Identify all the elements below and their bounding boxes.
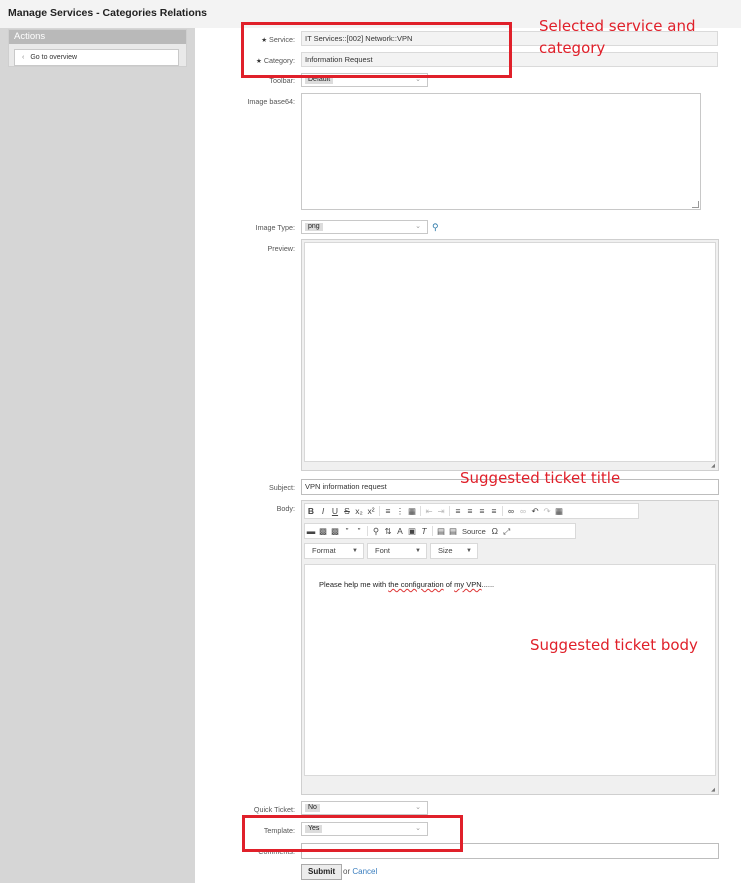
source-icon[interactable]: ▤	[447, 526, 459, 537]
go-to-overview-label: Go to overview	[30, 54, 78, 61]
highlight-template	[242, 815, 463, 852]
bulleted-list-icon[interactable]: ⋮	[394, 506, 406, 517]
caret-down-icon: ▼	[415, 548, 421, 554]
size-combo-label: Size	[438, 546, 453, 555]
toolbar-separator	[379, 506, 380, 516]
find-icon[interactable]: ⚲	[370, 526, 382, 537]
blockquote-icon[interactable]: ”	[341, 526, 353, 536]
body-label: Body:	[276, 504, 295, 513]
image-type-select-value: png	[305, 223, 323, 231]
indent-icon[interactable]: ⇥	[435, 506, 447, 517]
quick-ticket-select-value: No	[305, 804, 320, 812]
image-icon[interactable]: ▤	[435, 526, 447, 537]
bold-icon[interactable]: B	[305, 506, 317, 516]
image-base64-label: Image base64:	[247, 97, 295, 106]
numbered-list-icon[interactable]: ≡	[382, 506, 394, 516]
toolbar-separator	[432, 526, 433, 536]
comment-icon[interactable]: ▦	[553, 506, 565, 517]
paste-word-icon[interactable]: ▩	[329, 526, 341, 537]
format-combo[interactable]: Format ▼	[304, 543, 364, 559]
chevron-down-icon: ⌄	[415, 804, 421, 811]
superscript-icon[interactable]: x²	[365, 506, 377, 516]
align-justify-icon[interactable]: ≡	[488, 506, 500, 516]
outdent-icon[interactable]: ⇤	[423, 506, 435, 517]
align-right-icon[interactable]: ≡	[476, 506, 488, 516]
search-icon[interactable]: ⚲	[432, 222, 439, 233]
caret-down-icon: ▼	[466, 548, 472, 554]
preview-box: ◢	[301, 239, 719, 471]
submit-button[interactable]: Submit	[301, 864, 343, 880]
image-base64-textarea[interactable]	[301, 93, 701, 210]
toolbar-separator	[449, 506, 450, 516]
resize-corner-icon[interactable]: ◢	[711, 463, 715, 469]
code-quote-icon[interactable]: ”	[353, 526, 365, 536]
quick-ticket-select[interactable]: No ⌄	[301, 801, 428, 815]
align-center-icon[interactable]: ≡	[464, 506, 476, 516]
toolbar-separator	[420, 506, 421, 516]
resize-grip-icon[interactable]	[692, 201, 699, 208]
cancel-link[interactable]: Cancel	[352, 867, 377, 876]
align-left-icon[interactable]: ≡	[452, 506, 464, 516]
preview-area	[304, 242, 716, 462]
actions-header: Actions	[9, 30, 186, 44]
highlight-service-category	[241, 22, 512, 78]
annotation-selected-service: Selected service and category	[539, 17, 696, 57]
undo-icon[interactable]: ↶	[529, 506, 541, 517]
or-cancel: or Cancel	[343, 867, 377, 876]
body-editor-area[interactable]: Please help me with the configuration of…	[304, 564, 716, 776]
text-color-icon[interactable]: A	[394, 526, 406, 536]
strikethrough-icon[interactable]: S	[341, 506, 353, 516]
toolbar-separator	[367, 526, 368, 536]
annotation-suggested-title: Suggested ticket title	[460, 469, 621, 487]
remove-format-icon[interactable]: T	[418, 526, 430, 536]
italic-icon[interactable]: I	[317, 506, 329, 516]
unlink-icon[interactable]: ∞	[517, 506, 529, 516]
chevron-down-icon: ⌄	[415, 223, 421, 230]
redo-icon[interactable]: ↷	[541, 506, 553, 517]
chevron-left-icon: ‹	[22, 54, 25, 61]
font-combo-label: Font	[375, 546, 391, 555]
background-color-icon[interactable]: ▣	[406, 526, 418, 537]
preview-label: Preview:	[267, 244, 295, 253]
resize-corner-icon[interactable]: ◢	[711, 787, 715, 793]
source-button[interactable]: Source	[459, 527, 489, 536]
image-type-select[interactable]: png ⌄	[301, 220, 428, 234]
replace-icon[interactable]: ⇅	[382, 526, 394, 537]
font-combo[interactable]: Font ▼	[367, 543, 427, 559]
format-combo-label: Format	[312, 546, 336, 555]
size-combo[interactable]: Size ▼	[430, 543, 478, 559]
actions-box: Actions ‹ Go to overview	[8, 29, 187, 67]
editor-toolbar-row-2: ▬ ▩ ▩ ” ” ⚲ ⇅ A ▣ T ▤ ▤ Source Ω ⤢	[304, 523, 576, 539]
go-to-overview-button[interactable]: ‹ Go to overview	[14, 49, 179, 66]
horizontal-rule-icon[interactable]: ▬	[305, 526, 317, 536]
main-form: ★ Service: IT Services::[002] Network::VP…	[195, 28, 741, 883]
table-icon[interactable]: ▦	[406, 506, 418, 517]
link-icon[interactable]: ∞	[505, 506, 517, 516]
editor-toolbar-row-1: B I U S x₂ x² ≡ ⋮ ▦ ⇤ ⇥ ≡ ≡ ≡ ≡ ∞ ∞ ↶ ↷ …	[304, 503, 639, 519]
underline-icon[interactable]: U	[329, 506, 341, 516]
body-text: Please help me with the configuration of…	[319, 580, 495, 589]
caret-down-icon: ▼	[352, 548, 358, 554]
paste-text-icon[interactable]: ▩	[317, 526, 329, 537]
annotation-suggested-body: Suggested ticket body	[530, 636, 698, 654]
maximize-icon[interactable]: ⤢	[501, 526, 513, 537]
quick-ticket-label: Quick Ticket:	[253, 805, 295, 814]
special-char-icon[interactable]: Ω	[489, 526, 501, 536]
subject-label: Subject:	[269, 483, 295, 492]
or-text: or	[343, 867, 351, 876]
page-title: Manage Services - Categories Relations	[8, 7, 207, 19]
subscript-icon[interactable]: x₂	[353, 506, 365, 516]
image-type-label: Image Type:	[255, 223, 295, 232]
toolbar-separator	[502, 506, 503, 516]
sidebar: Actions ‹ Go to overview	[0, 28, 195, 883]
